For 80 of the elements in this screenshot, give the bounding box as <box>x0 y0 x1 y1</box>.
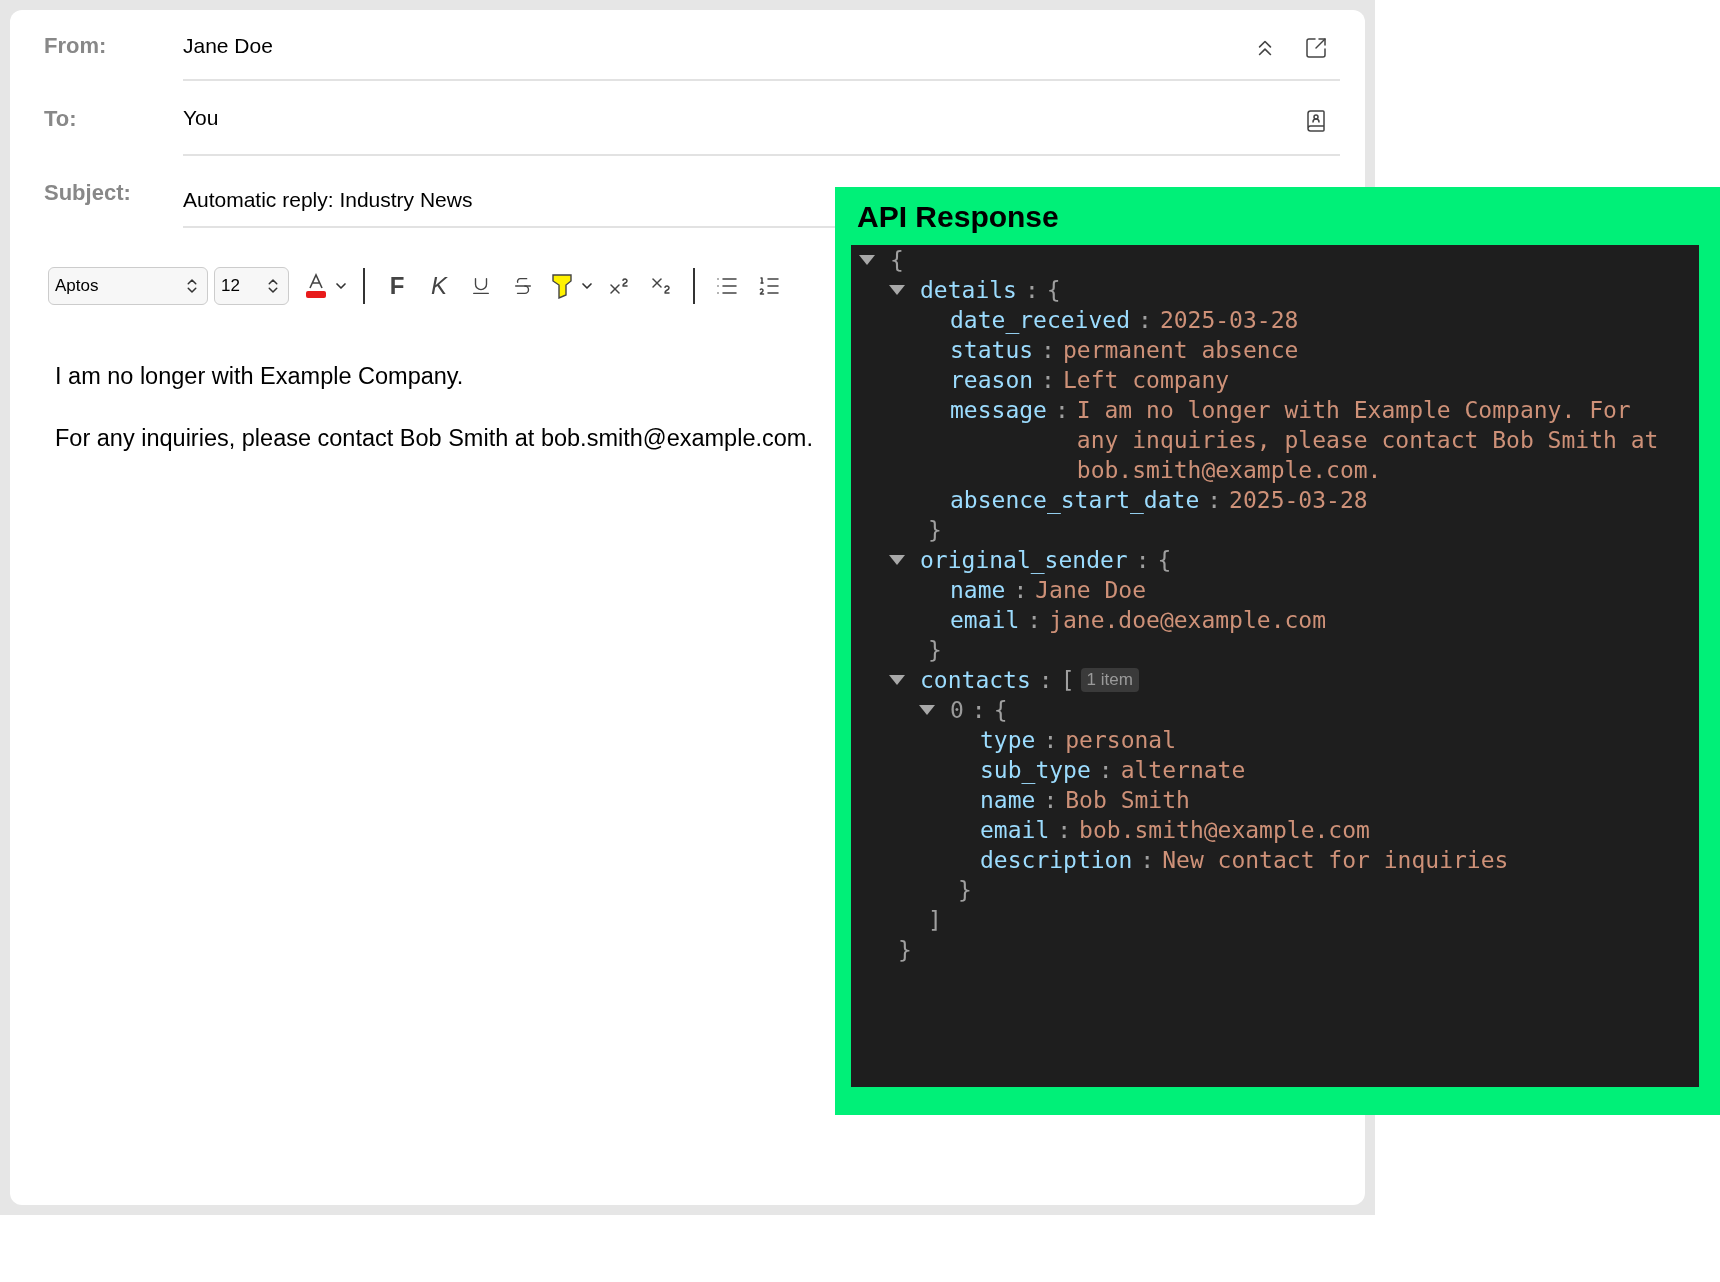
json-key: date_received <box>950 305 1130 335</box>
json-bracket: } <box>928 636 942 665</box>
json-bracket: [ <box>1060 666 1075 695</box>
json-bracket: } <box>898 936 912 965</box>
json-bracket: ] <box>928 906 942 935</box>
expand-triangle-icon[interactable] <box>889 285 905 295</box>
json-value: bob.smith@example.com <box>1079 816 1370 845</box>
json-key: email <box>950 605 1020 635</box>
pop-out-icon[interactable] <box>1304 36 1328 60</box>
json-value: 2025-03-28 <box>1159 306 1299 335</box>
highlighter-icon[interactable] <box>551 273 573 299</box>
json-key: email <box>980 815 1050 845</box>
contact-book-icon[interactable] <box>1304 109 1328 133</box>
numbered-list-icon[interactable] <box>757 274 781 298</box>
json-key: absence_start_date <box>950 485 1200 515</box>
json-key: description <box>980 845 1133 875</box>
json-bracket: { <box>993 696 1008 725</box>
font-color-icon[interactable] <box>305 273 327 299</box>
bold-button[interactable]: F <box>379 268 415 304</box>
json-colon: : <box>1041 366 1055 395</box>
json-key: original_sender <box>920 545 1128 575</box>
json-key: details <box>920 275 1017 305</box>
json-value: Left company <box>1062 366 1230 395</box>
json-colon: : <box>1054 396 1069 425</box>
json-key: type <box>980 725 1036 755</box>
json-value: New contact for inquiries <box>1162 846 1509 875</box>
json-colon: : <box>1024 276 1039 305</box>
json-colon: : <box>1138 306 1152 335</box>
json-value: I am no longer with Example Company. For any inquiries, please contact Bob Smith at bob.smith@example.com. <box>1076 396 1660 485</box>
field-label: Subject: <box>44 178 132 207</box>
json-bracket: { <box>1157 546 1172 575</box>
json-key: name <box>980 785 1036 815</box>
json-colon: : <box>971 696 986 725</box>
font-select[interactable]: Aptos <box>48 267 208 305</box>
expand-triangle-icon[interactable] <box>889 675 905 685</box>
json-colon: : <box>1043 786 1058 815</box>
json-colon: : <box>1043 726 1058 755</box>
json-colon: : <box>1027 606 1042 635</box>
json-bracket: } <box>928 516 942 545</box>
json-value: personal <box>1065 726 1177 755</box>
font-size-select[interactable]: 12 <box>214 267 289 305</box>
field-label: To: <box>44 105 78 133</box>
json-key: sub_type <box>980 755 1091 785</box>
json-key: reason <box>950 365 1034 395</box>
header-field-value[interactable]: Jane Doe <box>183 33 273 57</box>
field-label: From: <box>44 32 108 60</box>
message-paragraph: I am no longer with Example Company. <box>55 362 464 391</box>
underline-icon[interactable] <box>470 275 492 297</box>
json-bracket: { <box>1046 276 1061 305</box>
expand-triangle-icon[interactable] <box>919 705 935 715</box>
json-value: alternate <box>1120 756 1246 785</box>
strikethrough-icon[interactable] <box>512 275 534 297</box>
header-field-value[interactable]: Automatic reply: Industry News <box>183 187 473 211</box>
json-colon: : <box>1057 816 1072 845</box>
json-colon: : <box>1013 576 1028 605</box>
json-key: contacts <box>920 665 1031 695</box>
italic-button[interactable]: K <box>421 268 457 304</box>
json-bracket: } <box>958 876 972 905</box>
item-count-badge: 1 item <box>1080 668 1139 692</box>
json-value: Bob Smith <box>1065 786 1190 815</box>
json-colon: : <box>1098 756 1113 785</box>
json-key: 0 <box>950 695 964 725</box>
expand-triangle-icon[interactable] <box>889 555 905 565</box>
expand-triangle-icon[interactable] <box>859 255 875 265</box>
json-colon: : <box>1038 666 1053 695</box>
json-value: jane.doe@example.com <box>1049 606 1327 635</box>
message-paragraph: For any inquiries, please contact Bob Smith at bob.smith@example.com. <box>55 424 813 453</box>
header-field-value[interactable]: You <box>183 105 219 129</box>
json-key: name <box>950 575 1006 605</box>
json-colon: : <box>1135 546 1150 575</box>
json-value: permanent absence <box>1062 336 1299 365</box>
json-colon: : <box>1041 336 1055 365</box>
json-key: status <box>950 335 1034 365</box>
json-colon: : <box>1140 846 1155 875</box>
json-colon: : <box>1207 486 1222 515</box>
panel-title: API Response <box>857 198 1059 235</box>
json-bracket: { <box>890 246 904 275</box>
json-value: Jane Doe <box>1035 576 1147 605</box>
json-key: message <box>950 395 1047 425</box>
json-value: 2025-03-28 <box>1229 486 1368 515</box>
